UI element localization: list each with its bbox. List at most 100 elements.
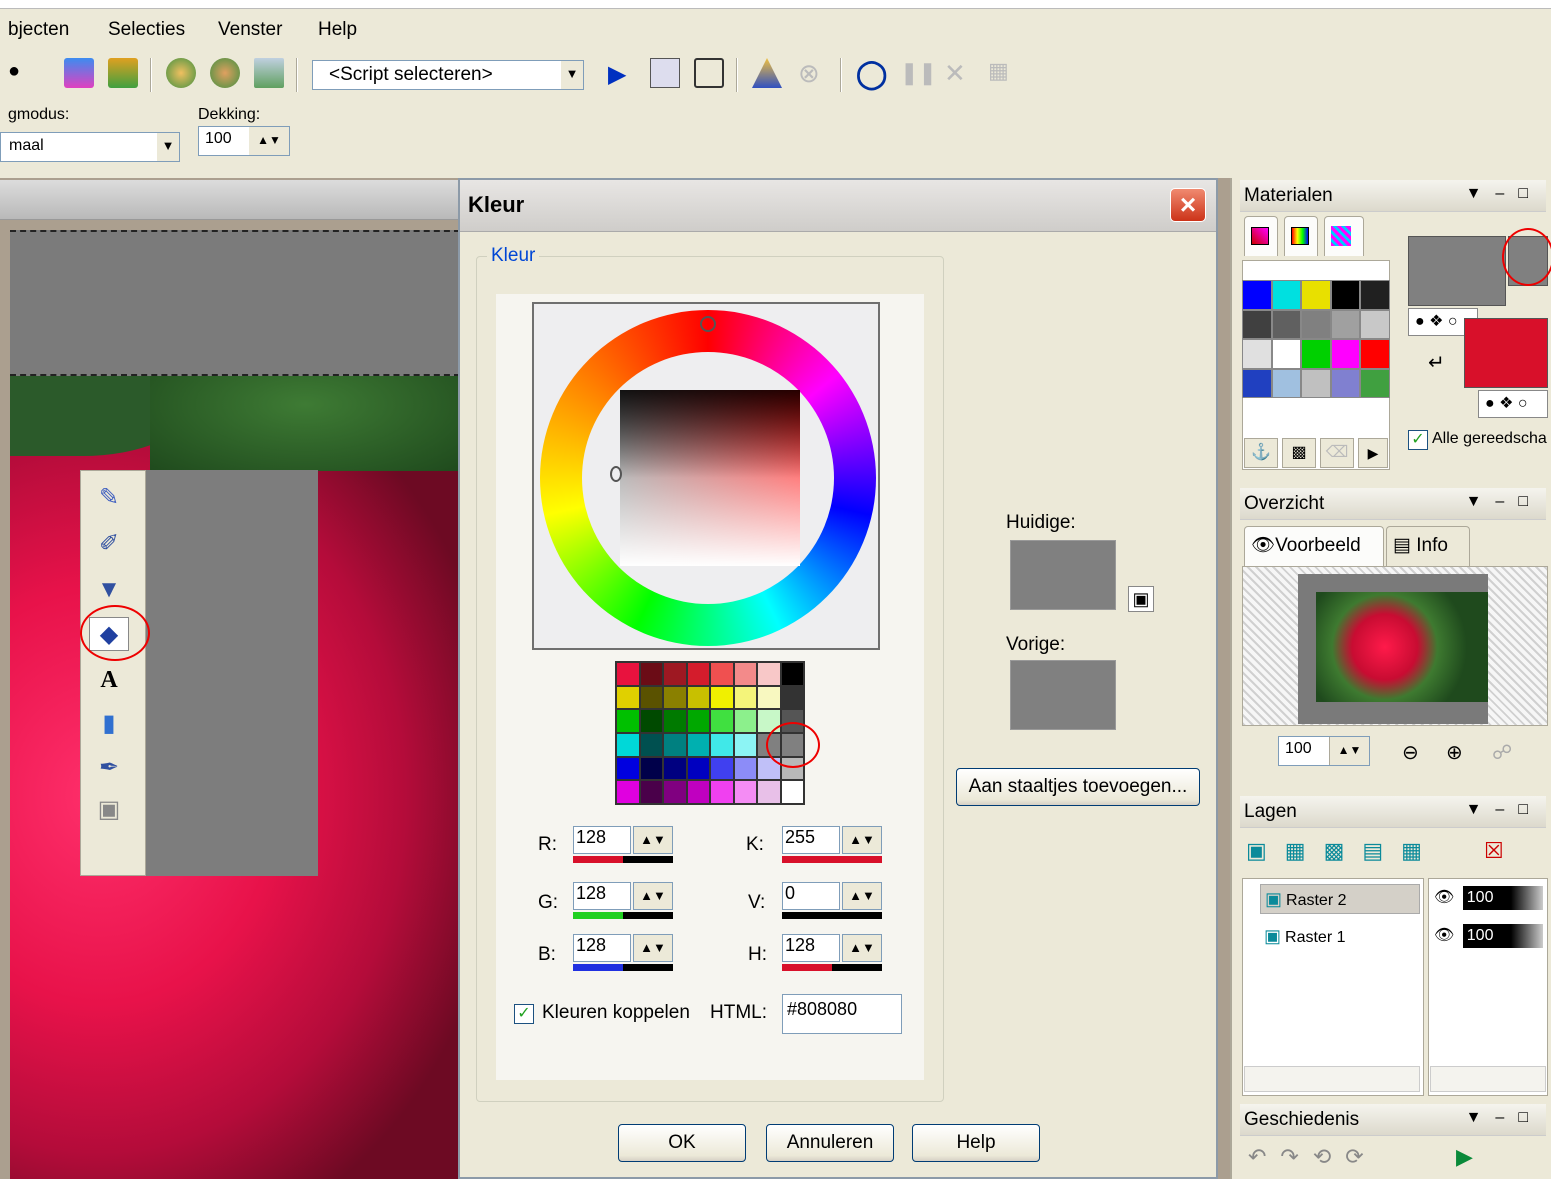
color-swatch[interactable] <box>663 756 687 781</box>
h-input[interactable]: 128 <box>782 934 840 962</box>
color-swatch[interactable] <box>616 780 640 804</box>
color-swatch[interactable] <box>686 732 710 757</box>
palette-swatch[interactable] <box>1272 281 1301 309</box>
spin-arrows-icon[interactable]: ▲▼ <box>842 826 882 854</box>
k-stepper[interactable]: 255 ▲▼ <box>782 826 882 863</box>
zoom-in-icon[interactable]: ⊕ <box>1446 740 1463 765</box>
spin-arrows-icon[interactable]: ▲▼ <box>633 826 673 854</box>
mode-select[interactable]: maal ▼ <box>0 132 180 162</box>
palette-swatch[interactable] <box>1361 281 1389 309</box>
background-color-swatch[interactable] <box>1464 318 1548 388</box>
spin-arrows-icon[interactable]: ▲▼ <box>633 882 673 910</box>
history-toolbar-icons[interactable]: ↶↷⟲⟳ <box>1248 1144 1378 1170</box>
all-tools-checkbox[interactable]: ✓ <box>1408 430 1428 450</box>
close-icon[interactable]: × <box>1170 188 1206 222</box>
menu-objects[interactable]: bjecten <box>8 19 69 41</box>
color-swatch[interactable] <box>733 685 757 710</box>
canvas-gray-layer[interactable] <box>10 230 460 376</box>
tab-info[interactable]: ▤ Info <box>1386 526 1470 566</box>
color-swatch[interactable] <box>733 732 757 757</box>
landscape-icon[interactable] <box>108 58 138 88</box>
color-swatch[interactable] <box>663 732 687 757</box>
color-swatch[interactable] <box>616 662 640 686</box>
color-swatch[interactable] <box>663 685 687 710</box>
color-swatch[interactable] <box>639 685 663 710</box>
h-stepper[interactable]: 128 ▲▼ <box>782 934 882 971</box>
color-swatch[interactable] <box>780 662 804 686</box>
palette-menu-icon[interactable]: ⚓ <box>1244 438 1278 468</box>
swap-colors-icon[interactable]: ↵ <box>1428 350 1445 375</box>
retouch-icon[interactable]: ✎ <box>89 481 129 515</box>
color-swatch[interactable] <box>733 756 757 781</box>
layer-opacity[interactable]: 100 <box>1462 924 1543 948</box>
menu-window[interactable]: Venster <box>218 19 282 41</box>
tab-swatches-icon[interactable] <box>1324 216 1364 256</box>
layer-row-raster-2[interactable]: ▣ Raster 2 <box>1260 884 1420 914</box>
color-swatch[interactable] <box>710 685 734 710</box>
palette-swatch[interactable] <box>1361 369 1389 397</box>
panel-controls-icon[interactable]: ▼–□ <box>1466 493 1542 511</box>
more-arrow-icon[interactable]: ▶ <box>1358 438 1388 468</box>
r-input[interactable]: 128 <box>573 826 631 854</box>
color-swatch[interactable] <box>616 685 640 710</box>
image-icon[interactable] <box>254 58 284 88</box>
text-icon[interactable]: A <box>89 663 129 697</box>
palette-swatch[interactable] <box>1243 281 1271 309</box>
color-swatch[interactable] <box>757 685 781 710</box>
palette-swatch[interactable] <box>1243 369 1271 397</box>
palette-swatch[interactable] <box>1302 340 1330 368</box>
spin-arrows-icon[interactable]: ▲▼ <box>842 934 882 962</box>
palette-swatch[interactable] <box>1243 310 1271 338</box>
crop-icon[interactable]: ▣ <box>89 793 129 827</box>
color-swatch[interactable] <box>616 756 640 781</box>
layer-opacity[interactable]: 100 <box>1462 886 1543 910</box>
saturation-lightness-square[interactable] <box>620 390 800 566</box>
add-to-swatches-button[interactable]: Aan staaltjes toevoegen... <box>956 768 1200 806</box>
play-icon[interactable]: ▶ <box>608 60 638 90</box>
color-swatch[interactable] <box>710 732 734 757</box>
link-colors-checkbox[interactable]: ✓ <box>514 1004 534 1024</box>
color-swatch[interactable] <box>616 709 640 733</box>
portrait-icon[interactable] <box>64 58 94 88</box>
color-swatch[interactable] <box>710 709 734 733</box>
spin-arrows-icon[interactable]: ▲▼ <box>249 127 289 155</box>
palette-swatch[interactable] <box>1302 369 1330 397</box>
ok-button[interactable]: OK <box>618 1124 746 1162</box>
color-swatch[interactable] <box>663 780 687 804</box>
new-swatch-icon[interactable]: ▩ <box>1282 438 1316 468</box>
hue-marker[interactable] <box>700 316 716 332</box>
panel-controls-icon[interactable]: ▼–□ <box>1466 185 1542 203</box>
bg-style-icons[interactable]: ● ❖ ○ <box>1478 390 1548 418</box>
color-swatch[interactable] <box>616 732 640 757</box>
chevron-down-icon[interactable]: ▼ <box>157 133 179 161</box>
history-play-icon[interactable]: ▶ <box>1456 1144 1473 1170</box>
color-swatch[interactable] <box>686 709 710 733</box>
rectangle-icon[interactable]: ▮ <box>89 707 129 741</box>
layer-props-scrollbar[interactable] <box>1430 1066 1546 1092</box>
r-stepper[interactable]: 128 ▲▼ <box>573 826 673 863</box>
html-input[interactable]: #808080 <box>782 994 902 1034</box>
layer-list-scrollbar[interactable] <box>1244 1066 1420 1092</box>
color-swatch[interactable] <box>639 732 663 757</box>
color-swatch[interactable] <box>733 709 757 733</box>
palette-swatch[interactable] <box>1272 340 1301 368</box>
color-swatch[interactable] <box>757 780 781 804</box>
tab-color-icon[interactable] <box>1244 216 1278 256</box>
menu-help[interactable]: Help <box>318 19 357 41</box>
visibility-eye-icon[interactable]: 👁 <box>1430 889 1458 906</box>
b-stepper[interactable]: 128 ▲▼ <box>573 934 673 971</box>
palette-swatch[interactable] <box>1361 340 1389 368</box>
chevron-down-icon[interactable]: ▼ <box>561 61 583 89</box>
palette-swatch[interactable] <box>1331 310 1360 338</box>
layer-toolbar-icons[interactable]: ▣▦▩▤▦ <box>1246 838 1440 864</box>
palette-swatch[interactable] <box>1302 281 1330 309</box>
spin-arrows-icon[interactable]: ▲▼ <box>633 934 673 962</box>
color-swatch[interactable] <box>780 780 804 804</box>
sl-marker[interactable] <box>610 466 622 482</box>
palette-swatch[interactable] <box>1243 340 1271 368</box>
color-swatch[interactable] <box>639 780 663 804</box>
color-swatch[interactable] <box>639 709 663 733</box>
palette-swatch[interactable] <box>1302 310 1330 338</box>
color-swatch[interactable] <box>686 780 710 804</box>
g-input[interactable]: 128 <box>573 882 631 910</box>
